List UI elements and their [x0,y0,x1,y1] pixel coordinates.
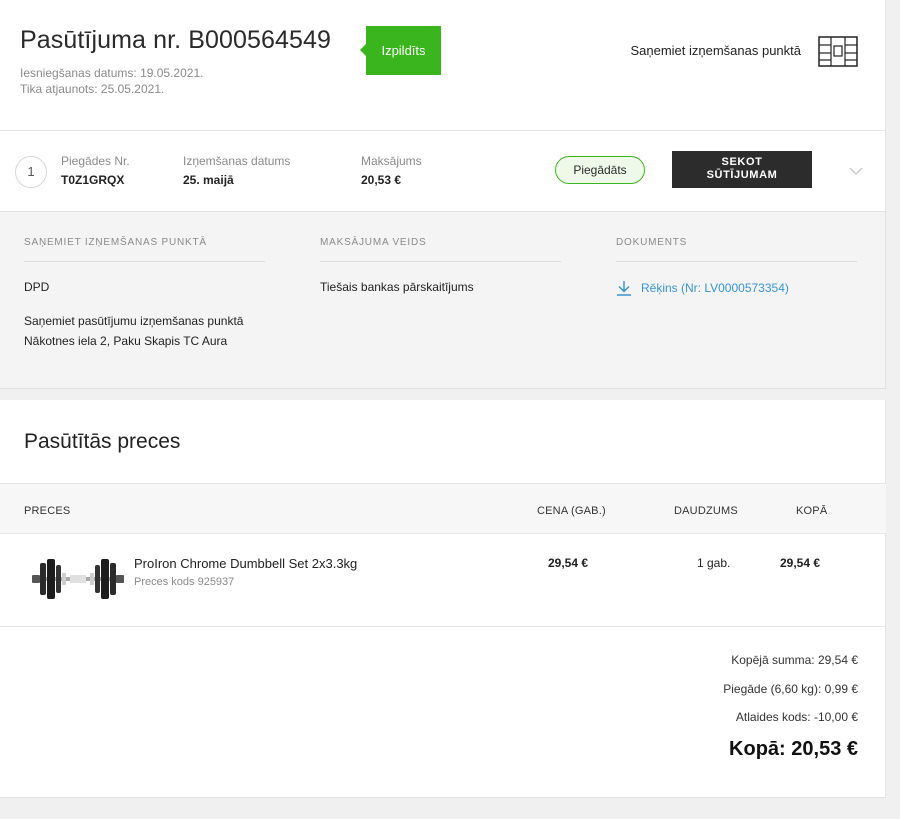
items-table-header: PRECES CENA (GAB.) DAUDZUMS KOPĀ [0,483,886,534]
discount-line: Atlaides kods: -10,00 € [735,710,858,724]
column-product: PRECES [24,505,71,517]
parcel-locker-icon [818,36,858,67]
order-header-card: Pasūtījuma nr. B000564549 Izpildīts Iesn… [0,0,886,212]
pickup-method-label: Saņemiet izņemšanas punktā [630,43,801,58]
subtotal-line: Kopējā summa: 29,54 € [731,653,858,667]
invoice-link-text: Rēķins (Nr: LV0000573354) [641,281,789,295]
product-unit-price: 29,54 € [548,556,589,570]
pickup-address: Nākotnes iela 2, Paku Skapis TC Aura [24,334,228,348]
payment-method-heading: MAKSĀJUMA VEIDS [320,237,561,262]
invoice-download-link[interactable]: Rēķins (Nr: LV0000573354) [616,280,789,296]
payment-method-value: Tiešais bankas pārskaitījums [320,280,474,294]
order-title: Pasūtījuma nr. B000564549 [20,26,332,54]
order-status-badge: Izpildīts [360,26,441,75]
product-quantity: 1 gab. [697,556,731,570]
grand-total: Kopā: 20,53 € [729,738,858,760]
delivery-cost-line: Piegāde (6,60 kg): 0,99 € [723,682,858,696]
divider [0,130,886,131]
product-code: Preces kods 925937 [134,576,235,588]
pickup-date-label: Izņemšanas datums [183,154,291,168]
pickup-line-1: Saņemiet pasūtījumu izņemšanas punktā [24,314,244,328]
product-name-link[interactable]: ProIron Chrome Dumbbell Set 2x3.3kg [134,556,357,571]
pickup-date-value: 25. maijā [183,173,234,187]
items-section-title: Pasūtītās preces [24,430,181,453]
carrier-name: DPD [24,280,50,294]
column-total: KOPĀ [796,505,828,517]
divider [0,626,886,627]
download-icon [617,281,631,296]
column-price: CENA (GAB.) [537,505,606,517]
pickup-heading: SAŅEMIET IZŅEMŠANAS PUNKTĀ [24,237,265,262]
track-shipment-button[interactable]: SEKOT SŪTĪJUMAM [672,151,812,188]
track-button-line1: SEKOT [721,156,763,168]
product-image[interactable] [30,553,126,605]
track-button-line2: SŪTĪJUMAM [706,169,778,181]
shipment-number-label: Piegādes Nr. [61,154,130,168]
submitted-date: Iesniegšanas datums: 19.05.2021. [20,66,204,80]
delivery-status-badge: Piegādāts [555,156,645,184]
product-line-total: 29,54 € [780,556,821,570]
shipment-details-panel: SAŅEMIET IZŅEMŠANAS PUNKTĀ DPD Saņemiet … [0,212,886,389]
column-quantity: DAUDZUMS [674,505,738,517]
updated-date: Tika atjaunots: 25.05.2021. [20,82,165,96]
shipment-number-value: T0Z1GRQX [61,173,125,187]
payment-value: 20,53 € [361,173,402,187]
payment-label: Maksājums [361,154,422,168]
chevron-down-icon[interactable] [848,165,864,177]
document-heading: DOKUMENTS [616,237,857,262]
shipment-index: 1 [15,156,47,188]
